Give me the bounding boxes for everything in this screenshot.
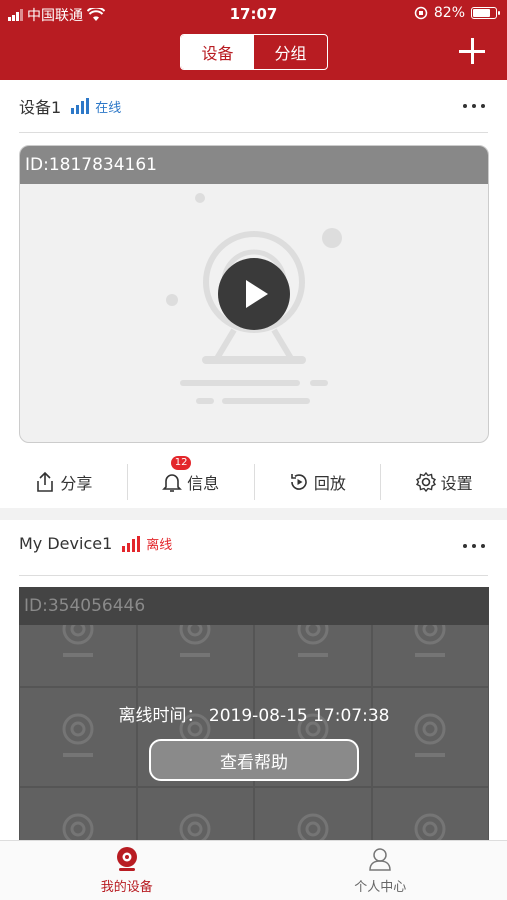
camera-placeholder-icon — [62, 813, 94, 840]
tab-label: 我的设备 — [100, 880, 153, 895]
device-status: 离线 — [146, 538, 173, 553]
message-count-badge: 12 — [170, 456, 192, 470]
more-options-icon[interactable] — [463, 104, 485, 108]
share-label: 分享 — [60, 474, 93, 493]
plus-icon[interactable] — [459, 38, 485, 64]
battery-percent: 82% — [433, 5, 465, 21]
camera-placeholder-icon — [297, 813, 329, 840]
settings-label: 设置 — [440, 474, 473, 493]
battery-icon — [471, 7, 500, 19]
tab-my-devices[interactable]: 我的设备 — [0, 841, 254, 900]
device-name: My Device1 — [19, 534, 113, 553]
device-group-switch: 设备 分组 — [180, 34, 328, 70]
messages-label: 信息 — [187, 474, 220, 493]
camera-placeholder-icon — [414, 813, 446, 840]
camera-icon — [116, 847, 137, 871]
device-status: 在线 — [95, 100, 122, 116]
signal-online-icon — [71, 98, 90, 114]
offline-time: 离线时间： 2019-08-15 17:07:38 — [118, 706, 390, 726]
playback-button[interactable]: 回放 — [253, 462, 381, 502]
view-help-button[interactable]: 查看帮助 — [149, 739, 359, 781]
device-actions: 分享 12 信息 回放 设置 — [0, 456, 507, 502]
messages-button[interactable]: 12 信息 — [126, 456, 254, 502]
offline-preview: ID:354056446 离线时间： 2019-08-15 17:07:38 查… — [19, 587, 489, 840]
status-bar: 中国联通 17:07 82% — [0, 0, 507, 28]
share-button[interactable]: 分享 — [0, 462, 127, 502]
device-name: 设备1 — [19, 98, 62, 117]
divider — [19, 132, 488, 133]
camera-placeholder-icon — [179, 813, 211, 840]
divider — [19, 575, 488, 576]
bell-icon — [162, 474, 183, 492]
user-icon — [369, 848, 392, 871]
tab-label: 个人中心 — [354, 880, 407, 895]
share-icon — [37, 471, 54, 492]
playback-label: 回放 — [313, 474, 346, 493]
device-card-online: 设备1 在线 ID:1817834161 分享 12 信息 回放 设置 — [0, 80, 507, 508]
tab-profile[interactable]: 个人中心 — [254, 841, 507, 900]
settings-button[interactable]: 设置 — [380, 462, 507, 502]
top-bar: 中国联通 17:07 82% 设备 分组 — [0, 0, 507, 80]
play-button[interactable] — [218, 258, 290, 330]
device-header: My Device1 离线 — [19, 534, 172, 553]
signal-offline-icon — [122, 535, 141, 552]
bottom-tab-bar: 我的设备 个人中心 — [0, 840, 507, 900]
tab-groups[interactable]: 分组 — [254, 35, 327, 69]
tab-devices[interactable]: 设备 — [181, 35, 254, 69]
gear-icon — [415, 471, 436, 493]
device-id: ID:1817834161 — [20, 146, 488, 184]
device-card-offline: My Device1 离线 ID:354056446 离线时间： 2019-08… — [0, 520, 507, 840]
camera-preview[interactable]: ID:1817834161 — [19, 145, 489, 443]
device-id: ID:354056446 — [19, 587, 489, 625]
playback-icon — [291, 474, 307, 490]
more-options-icon[interactable] — [463, 544, 485, 548]
device-header: 设备1 在线 — [19, 94, 121, 118]
rotation-lock-icon — [414, 6, 428, 20]
